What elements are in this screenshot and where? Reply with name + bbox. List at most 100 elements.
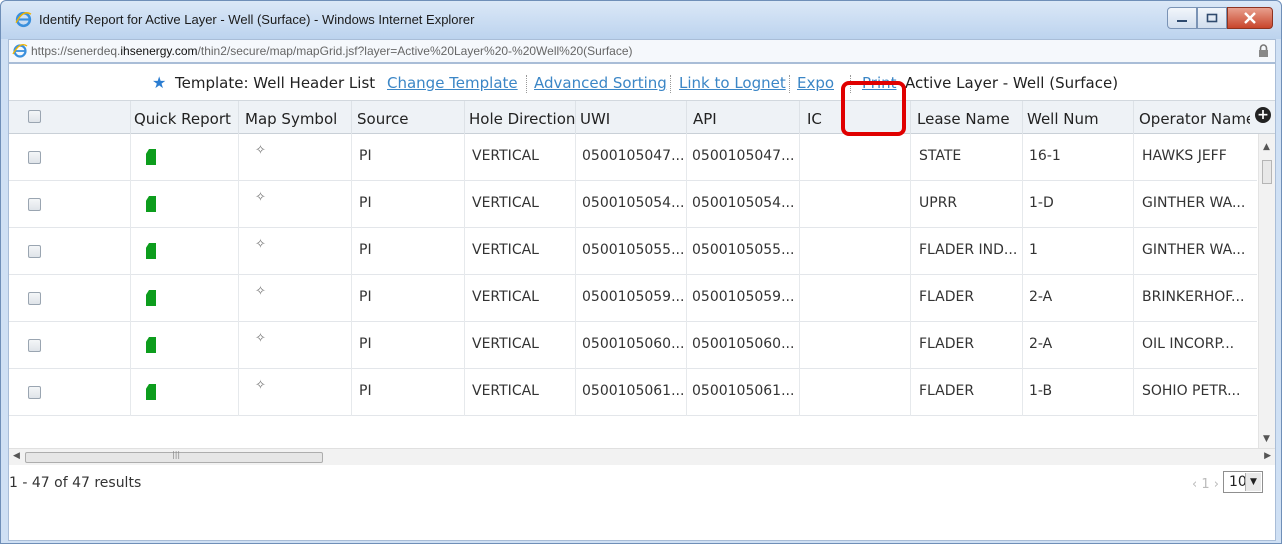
table-row[interactable]: ✧ PI VERTICAL 0500105061... 0500105061..… [9, 369, 1257, 416]
page-size-select[interactable]: 100 ▼ [1223, 471, 1263, 493]
row-checkbox[interactable] [28, 339, 41, 352]
table-row[interactable]: ✧ PI VERTICAL 0500105055... 0500105055..… [9, 228, 1257, 275]
column-divider [238, 322, 239, 369]
column-header-operator-name[interactable]: Operator Name [1139, 110, 1250, 128]
toolbar-separator [789, 75, 790, 93]
cell-well-num: 2-A [1029, 289, 1053, 305]
column-divider [910, 322, 911, 369]
cell-operator-name: OIL INCORP... [1142, 336, 1235, 352]
advanced-sorting-link[interactable]: Advanced Sorting [534, 74, 667, 92]
scroll-up-icon[interactable]: ▲ [1263, 142, 1270, 152]
url-text[interactable]: https://senerdeq.ihsenergy.com/thin2/sec… [31, 44, 633, 58]
column-header-api[interactable]: API [693, 110, 717, 128]
column-divider [910, 181, 911, 228]
pager: ‹ 1 › [1192, 477, 1219, 492]
cell-well-num: 2-A [1029, 336, 1053, 352]
column-divider [910, 101, 911, 134]
cell-uwi: 0500105061... [582, 383, 685, 399]
cell-lease-name: FLADER [919, 336, 975, 352]
horizontal-scrollbar[interactable]: ◀ ||| ▶ [9, 448, 1275, 465]
pager-prev[interactable]: ‹ [1192, 477, 1197, 492]
pager-page[interactable]: 1 [1201, 477, 1209, 492]
scroll-left-icon[interactable]: ◀ [13, 451, 20, 461]
column-divider [1133, 228, 1134, 275]
table-row[interactable]: ✧ PI VERTICAL 0500105059... 0500105059..… [9, 275, 1257, 322]
select-all-checkbox[interactable] [28, 110, 41, 123]
scroll-down-icon[interactable]: ▼ [1263, 434, 1270, 444]
column-header-quick-report[interactable]: Quick Report [134, 110, 231, 128]
cell-api: 0500105055... [692, 242, 795, 258]
browser-window: Identify Report for Active Layer - Well … [0, 0, 1282, 544]
document-icon[interactable] [146, 149, 156, 165]
column-divider [575, 181, 576, 228]
column-divider [238, 101, 239, 134]
row-checkbox[interactable] [28, 245, 41, 258]
column-divider [464, 101, 465, 134]
close-button[interactable] [1227, 7, 1273, 29]
cell-api: 0500105061... [692, 383, 795, 399]
pager-next[interactable]: › [1214, 477, 1219, 492]
column-header-lease-name[interactable]: Lease Name [917, 110, 1010, 128]
cell-source: PI [359, 336, 372, 352]
layer-name: Active Layer - Well (Surface) [905, 74, 1119, 92]
cell-operator-name: GINTHER WA... [1142, 242, 1246, 258]
column-divider [799, 322, 800, 369]
row-checkbox[interactable] [28, 151, 41, 164]
scroll-right-icon[interactable]: ▶ [1264, 451, 1271, 461]
export-link[interactable]: Export [797, 74, 834, 92]
row-checkbox[interactable] [28, 292, 41, 305]
document-icon[interactable] [146, 243, 156, 259]
vertical-scroll-thumb[interactable] [1262, 160, 1272, 184]
row-checkbox[interactable] [28, 198, 41, 211]
column-divider [575, 228, 576, 275]
cell-source: PI [359, 383, 372, 399]
template-label: Template: Well Header List [175, 74, 376, 92]
column-header-uwi[interactable]: UWI [580, 110, 610, 128]
column-header-ic[interactable]: IC [807, 110, 822, 128]
column-divider [130, 181, 131, 228]
maximize-button[interactable] [1197, 7, 1227, 29]
table-row[interactable]: ✧ PI VERTICAL 0500105054... 0500105054..… [9, 181, 1257, 228]
column-divider [351, 228, 352, 275]
document-icon[interactable] [146, 196, 156, 212]
horizontal-scroll-thumb[interactable]: ||| [25, 450, 323, 463]
column-divider [1133, 275, 1134, 322]
column-divider [1022, 369, 1023, 416]
minimize-button[interactable] [1167, 7, 1197, 29]
column-divider [799, 134, 800, 181]
change-template-link[interactable]: Change Template [387, 74, 518, 92]
lock-icon [1259, 44, 1268, 57]
column-divider [686, 228, 687, 275]
cell-operator-name: SOHIO PETR... [1142, 383, 1241, 399]
column-divider [464, 228, 465, 275]
column-header-source[interactable]: Source [357, 110, 409, 128]
column-divider [910, 275, 911, 322]
document-icon[interactable] [146, 290, 156, 306]
add-column-icon[interactable]: + [1255, 107, 1271, 123]
document-icon[interactable] [146, 384, 156, 400]
column-divider [351, 134, 352, 181]
column-divider [686, 101, 687, 134]
column-divider [575, 322, 576, 369]
address-bar[interactable]: https://senerdeq.ihsenergy.com/thin2/sec… [8, 39, 1276, 63]
column-divider [910, 134, 911, 181]
vertical-scrollbar[interactable]: ▲ ▼ [1258, 134, 1275, 448]
cell-api: 0500105059... [692, 289, 795, 305]
cell-lease-name: UPRR [919, 195, 958, 211]
table-row[interactable]: ✧ PI VERTICAL 0500105060... 0500105060..… [9, 322, 1257, 369]
toolbar-separator [670, 75, 671, 93]
column-header-hole-direction[interactable]: Hole Direction [469, 110, 575, 128]
document-icon[interactable] [146, 337, 156, 353]
column-divider [686, 181, 687, 228]
table-row[interactable]: ✧ PI VERTICAL 0500105047... 0500105047..… [9, 134, 1257, 181]
chevron-down-icon[interactable]: ▼ [1245, 473, 1261, 491]
row-checkbox[interactable] [28, 386, 41, 399]
link-to-lognet-link[interactable]: Link to Lognet [679, 74, 786, 92]
column-divider [1133, 181, 1134, 228]
report-toolbar: ★ Template: Well Header List Change Temp… [9, 64, 1275, 100]
cell-lease-name: FLADER [919, 289, 975, 305]
column-header-map-symbol[interactable]: Map Symbol [245, 110, 337, 128]
star-icon[interactable]: ★ [152, 73, 166, 92]
column-header-well-num[interactable]: Well Num [1027, 110, 1099, 128]
column-divider [1022, 322, 1023, 369]
